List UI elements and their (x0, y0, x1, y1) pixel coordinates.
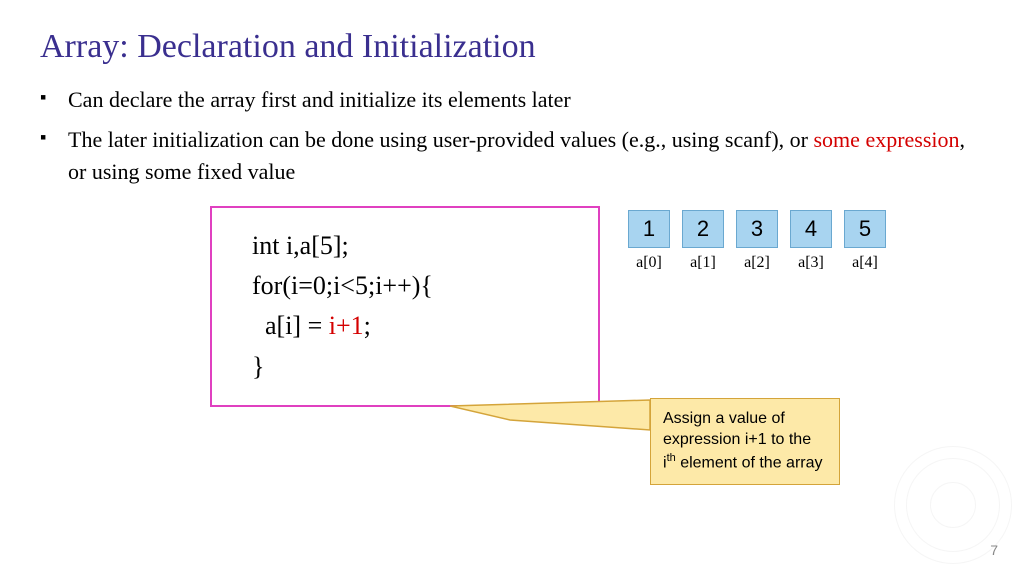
slide-title: Array: Declaration and Initialization (40, 28, 984, 66)
slide: Array: Declaration and Initialization Ca… (0, 0, 1024, 576)
code-box: int i,a[5]; for(i=0;i<5;i++){ a[i] = i+1… (210, 206, 600, 407)
page-number: 7 (990, 542, 998, 558)
array-label-3: a[3] (790, 254, 832, 272)
array-label-0: a[0] (628, 254, 670, 272)
callout-box: Assign a value of expression i+1 to the … (650, 398, 840, 485)
array-visual: 1 2 3 4 5 a[0] a[1] a[2] a[3] a[4] (628, 206, 886, 272)
code-line-4: } (252, 347, 558, 387)
array-cell-1: 2 (682, 210, 724, 248)
bullet-2-pre: The later initialization can be done usi… (68, 127, 814, 152)
array-label-4: a[4] (844, 254, 886, 272)
array-label-2: a[2] (736, 254, 778, 272)
array-cell-4: 5 (844, 210, 886, 248)
array-cell-0: 1 (628, 210, 670, 248)
bullet-1: Can declare the array first and initiali… (40, 84, 984, 116)
code-line-1: int i,a[5]; (252, 226, 558, 266)
code-line-3: a[i] = i+1; (252, 306, 558, 346)
code-line-2: for(i=0;i<5;i++){ (252, 266, 558, 306)
array-labels: a[0] a[1] a[2] a[3] a[4] (628, 254, 886, 272)
array-cell-2: 3 (736, 210, 778, 248)
bullet-2-emph: some expression (814, 127, 960, 152)
bullet-list: Can declare the array first and initiali… (40, 84, 984, 188)
content-row: int i,a[5]; for(i=0;i<5;i++){ a[i] = i+1… (40, 206, 984, 407)
callout-sup: th (667, 452, 676, 464)
code-line-3b: i+1 (329, 311, 364, 340)
code-line-3a: a[i] = (252, 311, 329, 340)
callout-text-2: element of the array (676, 454, 823, 471)
array-cell-3: 4 (790, 210, 832, 248)
code-line-3c: ; (364, 311, 371, 340)
array-cells: 1 2 3 4 5 (628, 210, 886, 248)
bullet-2: The later initialization can be done usi… (40, 124, 984, 188)
array-label-1: a[1] (682, 254, 724, 272)
